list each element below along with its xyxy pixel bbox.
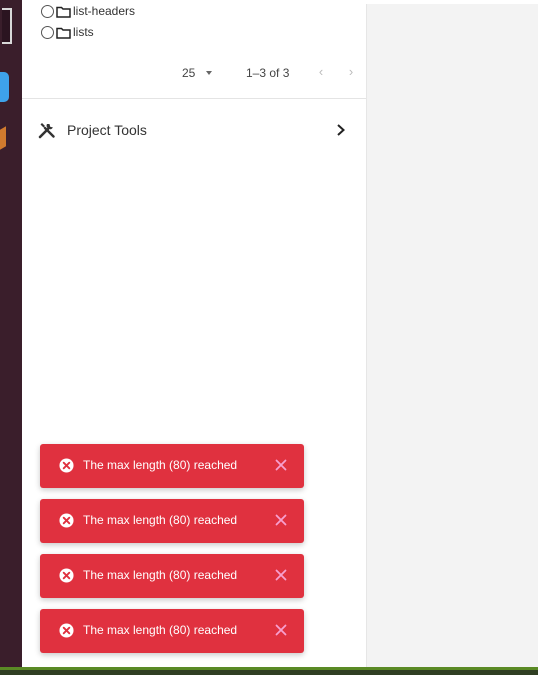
chevron-right-icon[interactable]: › [346, 64, 356, 79]
project-tools-item[interactable]: Project Tools [22, 114, 366, 146]
toast-message: The max length (80) reached [83, 568, 238, 582]
radio-button[interactable] [41, 4, 54, 18]
taskbar-app-icon[interactable] [0, 72, 9, 102]
pagination: 25 1–3 of 3 ‹ › [22, 62, 366, 84]
tree-item-list-headers[interactable]: list-headers [41, 1, 135, 21]
close-icon[interactable] [275, 569, 287, 581]
project-tools-label: Project Tools [67, 122, 147, 138]
side-panel: list-headers lists 25 1–3 of 3 ‹ › Proje… [22, 0, 366, 667]
caret-down-icon[interactable] [206, 71, 212, 75]
desktop-bottom-bar [0, 667, 538, 675]
chevron-left-icon[interactable]: ‹ [316, 64, 326, 79]
error-toast: The max length (80) reached [40, 554, 304, 598]
close-icon[interactable] [275, 514, 287, 526]
app-window: list-headers lists 25 1–3 of 3 ‹ › Proje… [0, 0, 538, 675]
folder-icon [56, 27, 71, 39]
error-circle-icon [59, 623, 74, 638]
tree-item-label: lists [73, 25, 94, 39]
error-toast: The max length (80) reached [40, 609, 304, 653]
chevron-right-icon[interactable] [335, 122, 347, 138]
radio-button[interactable] [41, 25, 54, 39]
close-icon[interactable] [275, 459, 287, 471]
error-circle-icon [59, 513, 74, 528]
error-toast: The max length (80) reached [40, 444, 304, 488]
error-circle-icon [59, 458, 74, 473]
toast-message: The max length (80) reached [83, 458, 238, 472]
folder-icon [56, 6, 71, 18]
tree-item-lists[interactable]: lists [41, 22, 94, 42]
pagination-range: 1–3 of 3 [246, 66, 290, 80]
tools-icon [38, 123, 55, 139]
toast-message: The max length (80) reached [83, 623, 238, 637]
close-icon[interactable] [275, 624, 287, 636]
content-area [366, 4, 538, 667]
taskbar-app-icon-2[interactable] [0, 126, 6, 150]
error-circle-icon [59, 568, 74, 583]
divider [22, 98, 366, 99]
page-size-select[interactable]: 25 [182, 66, 195, 80]
window-edge-box [2, 8, 12, 44]
bottom-accent-line [0, 667, 538, 670]
error-toast: The max length (80) reached [40, 499, 304, 543]
desktop-left-strip [0, 0, 22, 667]
tree-item-label: list-headers [73, 4, 136, 18]
toast-message: The max length (80) reached [83, 513, 238, 527]
